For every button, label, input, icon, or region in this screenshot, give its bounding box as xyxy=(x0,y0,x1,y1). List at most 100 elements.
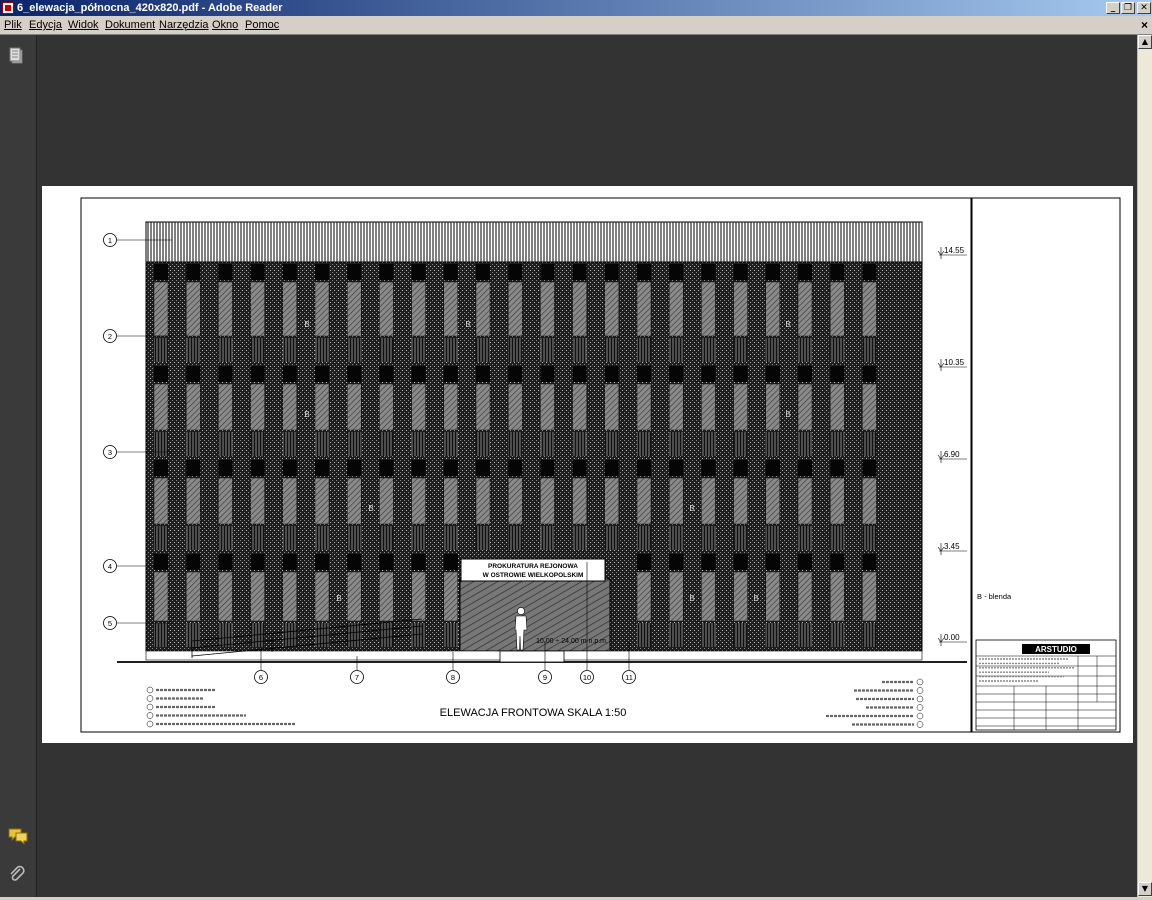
window-grille xyxy=(379,623,394,647)
window-panel xyxy=(572,477,587,525)
window-panel xyxy=(636,571,652,622)
window-panel xyxy=(765,281,780,337)
window-grille xyxy=(669,623,684,647)
close-button[interactable]: ✕ xyxy=(1137,2,1151,14)
menu-pomoc[interactable]: Pomoc xyxy=(245,16,279,34)
legend-note: B - blenda xyxy=(977,592,1012,601)
menu-edycja[interactable]: Edycja xyxy=(29,16,62,34)
lintel-band xyxy=(830,554,845,570)
window-grille xyxy=(443,526,458,550)
window-grille xyxy=(862,432,877,456)
window-panel xyxy=(282,383,298,431)
window-grille xyxy=(379,432,394,456)
window-panel xyxy=(250,477,265,525)
window-panel xyxy=(701,281,716,337)
entrance-steps xyxy=(499,650,565,663)
window-panel xyxy=(185,281,201,337)
lintel-band xyxy=(347,554,362,570)
lintel-band xyxy=(862,460,877,476)
window-panel xyxy=(797,383,813,431)
menu-okno[interactable]: Okno xyxy=(212,16,238,34)
lintel-band xyxy=(733,366,748,382)
comments-icon[interactable] xyxy=(8,827,28,846)
scroll-up-button[interactable]: ▲ xyxy=(1138,35,1152,49)
window-grille xyxy=(637,526,651,550)
window-panel xyxy=(443,477,458,525)
window-grille xyxy=(443,432,458,456)
blenda-mark: B xyxy=(368,504,373,513)
lintel-band xyxy=(669,366,684,382)
lintel-band xyxy=(282,366,297,382)
minimize-button[interactable]: _ xyxy=(1106,2,1120,14)
window-panel xyxy=(250,281,265,337)
lintel-band xyxy=(733,264,748,280)
window-panel xyxy=(250,571,265,622)
lintel-band xyxy=(250,264,265,280)
lintel-band xyxy=(476,366,490,382)
document-close-icon[interactable]: × xyxy=(1141,16,1148,34)
lintel-band xyxy=(540,366,555,382)
elevation-drawing: B B B B B B B B B B PROKURATURA REJONOWA W OSTROW… xyxy=(80,197,1121,733)
company-logo: ARSTUDIO xyxy=(1035,645,1077,654)
window-panel xyxy=(733,477,748,525)
scroll-down-button[interactable]: ▼ xyxy=(1138,882,1152,896)
legend-bubble xyxy=(916,695,924,703)
window-grille xyxy=(798,432,812,456)
window-grille xyxy=(604,432,619,456)
lintel-band xyxy=(572,264,587,280)
window-panel xyxy=(765,571,780,622)
window-panel xyxy=(314,477,330,525)
window-grille xyxy=(669,432,684,456)
window-panel xyxy=(443,383,458,431)
vertical-scrollbar[interactable]: ▲ ▼ xyxy=(1137,35,1152,897)
lintel-band xyxy=(669,554,684,570)
lintel-band xyxy=(701,366,716,382)
legend-bubble xyxy=(916,704,924,711)
window-title: 6_elewacja_północna_420x820.pdf - Adobe … xyxy=(17,2,283,14)
window-grille xyxy=(733,338,748,362)
window-grille xyxy=(347,338,362,362)
lintel-band xyxy=(637,366,651,382)
window-panel xyxy=(185,477,201,525)
window-grille xyxy=(604,526,619,550)
window-grille xyxy=(572,338,587,362)
pages-icon[interactable] xyxy=(8,47,26,65)
blenda-mark: B xyxy=(465,320,470,329)
window-grille xyxy=(411,338,426,362)
window-panel xyxy=(443,281,458,337)
lintel-band xyxy=(154,264,168,280)
window-panel xyxy=(347,477,362,525)
menu-plik[interactable]: Plik xyxy=(4,16,22,34)
window-grille xyxy=(411,526,426,550)
attachments-icon[interactable] xyxy=(8,865,26,883)
window-panel xyxy=(218,281,233,337)
document-area[interactable]: B B B B B B B B B B PROKURATURA REJONOWA W OSTROW… xyxy=(37,35,1137,897)
window-grille xyxy=(476,432,490,456)
window-grille xyxy=(347,432,362,456)
window-grille xyxy=(765,526,780,550)
callout-number: 11 xyxy=(625,673,633,682)
window-panel xyxy=(314,383,330,431)
menu-narzedzia[interactable]: Narzędzia xyxy=(159,16,209,34)
window-panel xyxy=(636,477,652,525)
menu-widok[interactable]: Widok xyxy=(68,16,99,34)
window-panel xyxy=(475,477,491,525)
window-grille xyxy=(154,338,168,362)
maximize-button[interactable]: ❐ xyxy=(1121,2,1135,14)
lintel-band xyxy=(798,264,812,280)
menu-dokument[interactable]: Dokument xyxy=(105,16,155,34)
blenda-mark: B xyxy=(753,594,758,603)
window-panel xyxy=(797,477,813,525)
window-grille xyxy=(186,338,201,362)
blenda-mark: B xyxy=(785,320,790,329)
lintel-band xyxy=(862,264,877,280)
window-panel xyxy=(765,477,780,525)
window-panel xyxy=(797,281,813,337)
window-grille xyxy=(701,623,716,647)
lintel-band xyxy=(765,554,780,570)
lintel-band xyxy=(282,554,297,570)
window-panel xyxy=(830,571,845,622)
legend-bubble xyxy=(916,678,924,686)
window-panel xyxy=(347,281,362,337)
window-panel xyxy=(701,477,716,525)
